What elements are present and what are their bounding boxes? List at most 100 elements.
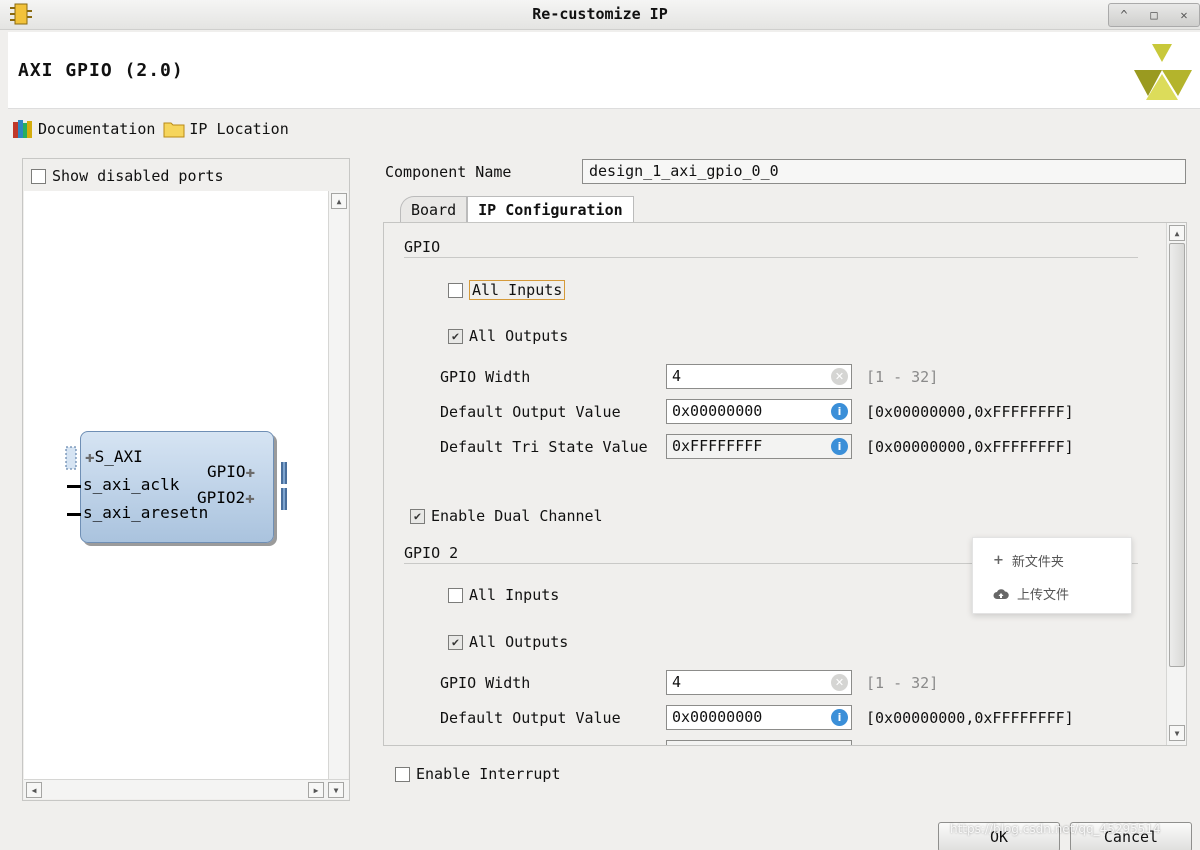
gpio2-all-inputs-checkbox[interactable]: All Inputs — [448, 586, 559, 604]
gpio-all-outputs-checkbox[interactable]: ✔ All Outputs — [448, 327, 568, 345]
left-vertical-scrollbar[interactable]: ▲ — [328, 191, 348, 780]
gpio2-default-tri-input-partial[interactable] — [666, 740, 852, 745]
default-tri-range: [0x00000000,0xFFFFFFFF] — [866, 438, 1074, 456]
window-controls: ^ □ ✕ — [1108, 3, 1200, 27]
checkbox-box[interactable] — [448, 282, 463, 298]
enable-dual-channel-checkbox[interactable]: ✔ Enable Dual Channel — [410, 507, 603, 525]
gpio2-width-label: GPIO Width — [440, 674, 531, 692]
default-tri-label: Default Tri State Value — [440, 438, 648, 456]
aresetn-pin — [67, 513, 81, 516]
tab-bar: Board IP Configuration — [400, 196, 634, 223]
symbol-panel: Show disabled ports ✚S_AXI s_axi_aclk s_… — [22, 158, 350, 801]
scroll-up-icon[interactable]: ▲ — [331, 193, 347, 209]
gpio-width-value: 4 — [672, 367, 682, 385]
scroll-up-icon[interactable]: ▲ — [1169, 225, 1185, 241]
checkmark-icon[interactable]: ✔ — [410, 508, 425, 524]
scroll-right-icon[interactable]: ▶ — [308, 782, 324, 798]
cloud-upload-icon — [993, 588, 1009, 599]
gpio2-section-title: GPIO 2 — [404, 544, 459, 562]
watermark-text: https://blog.csdn.net/qq_45295514 — [950, 822, 1161, 836]
component-name-label: Component Name — [385, 163, 512, 181]
gpio2-default-output-value: 0x00000000 — [672, 708, 763, 726]
component-name-field[interactable]: design_1_axi_gpio_0_0 — [582, 159, 1186, 184]
xilinx-logo-icon — [1134, 44, 1192, 100]
enable-interrupt-checkbox[interactable]: Enable Interrupt — [395, 765, 561, 783]
clear-icon[interactable]: ✕ — [831, 368, 848, 385]
enable-dual-channel-label: Enable Dual Channel — [431, 507, 603, 525]
gpio-width-label: GPIO Width — [440, 368, 531, 386]
gpio2-width-range: [1 - 32] — [866, 674, 939, 692]
maximize-icon[interactable]: □ — [1145, 6, 1163, 24]
documentation-label: Documentation — [38, 120, 156, 138]
gpio2-width-value: 4 — [672, 673, 682, 691]
default-output-range: [0x00000000,0xFFFFFFFF] — [866, 403, 1074, 421]
gpio-port[interactable]: GPIO✚ — [207, 462, 255, 481]
window-title: Re-customize IP — [532, 5, 668, 23]
default-output-label: Default Output Value — [440, 403, 621, 421]
show-disabled-ports-checkbox[interactable]: Show disabled ports — [31, 167, 224, 185]
plus-icon: ✚ — [85, 447, 95, 466]
gpio-all-inputs-checkbox[interactable]: All Inputs — [448, 280, 566, 300]
scrollbar-thumb[interactable] — [1169, 243, 1185, 667]
gpio2-width-input[interactable]: 4 ✕ — [666, 670, 852, 695]
left-horizontal-scrollbar[interactable]: ◀ ▶ ▼ — [24, 779, 349, 799]
checkmark-icon[interactable]: ✔ — [448, 634, 463, 650]
gpio-width-input[interactable]: 4 ✕ — [666, 364, 852, 389]
info-icon[interactable]: i — [831, 438, 848, 455]
ip-location-link[interactable]: IP Location — [163, 120, 289, 138]
default-output-value: 0x00000000 — [672, 402, 763, 420]
default-tri-value: 0xFFFFFFFF — [672, 437, 763, 455]
upload-file-label: 上传文件 — [1017, 588, 1070, 603]
clear-icon[interactable]: ✕ — [831, 674, 848, 691]
new-folder-menu-item[interactable]: + 新文件夹 — [993, 551, 1064, 570]
checkmark-icon[interactable]: ✔ — [448, 328, 463, 344]
upload-file-menu-item[interactable]: 上传文件 — [993, 584, 1069, 603]
scroll-down-icon[interactable]: ▼ — [1169, 725, 1185, 741]
show-disabled-ports-label: Show disabled ports — [52, 167, 224, 185]
config-vertical-scrollbar[interactable]: ▲ ▼ — [1166, 223, 1186, 745]
scroll-down-icon[interactable]: ▼ — [328, 782, 344, 798]
documentation-link[interactable]: Documentation — [12, 119, 155, 139]
gpio-section-title: GPIO — [404, 238, 441, 256]
info-icon[interactable]: i — [831, 403, 848, 420]
plus-icon: ✚ — [245, 488, 255, 507]
gpio2-default-output-input[interactable]: 0x00000000 i — [666, 705, 852, 730]
s-axi-aresetn-port[interactable]: s_axi_aresetn — [83, 503, 208, 522]
ip-configuration-panel: GPIO All Inputs ✔ All Outputs GPIO Width… — [383, 222, 1187, 746]
new-folder-label: 新文件夹 — [1011, 555, 1064, 570]
block-diagram-canvas[interactable]: ✚S_AXI s_axi_aclk s_axi_aresetn GPIO✚ GP… — [24, 191, 328, 780]
close-icon[interactable]: ✕ — [1175, 6, 1193, 24]
dialog-header: AXI GPIO (2.0) — [8, 32, 1200, 109]
gpio-all-inputs-label: All Inputs — [469, 280, 566, 300]
gpio2-default-output-label: Default Output Value — [440, 709, 621, 727]
tab-ip-configuration[interactable]: IP Configuration — [467, 196, 634, 223]
default-output-input[interactable]: 0x00000000 i — [666, 399, 852, 424]
checkbox-box[interactable] — [31, 168, 46, 184]
gpio-all-outputs-label: All Outputs — [469, 327, 569, 345]
ip-title: AXI GPIO (2.0) — [18, 60, 184, 81]
checkbox-box[interactable] — [395, 766, 410, 782]
gpio2-all-inputs-label: All Inputs — [469, 586, 560, 604]
ip-location-label: IP Location — [189, 120, 289, 138]
info-icon[interactable]: i — [831, 709, 848, 726]
books-icon — [13, 120, 32, 138]
gpio2-all-outputs-label: All Outputs — [469, 633, 569, 651]
s-axi-port[interactable]: ✚S_AXI — [85, 447, 143, 466]
plus-icon: ✚ — [245, 462, 256, 481]
default-tri-input[interactable]: 0xFFFFFFFF i — [666, 434, 852, 459]
gpio2-all-outputs-checkbox[interactable]: ✔ All Outputs — [448, 633, 568, 651]
gpio2-port[interactable]: GPIO2✚ — [197, 488, 255, 507]
gpio2-default-output-range: [0x00000000,0xFFFFFFFF] — [866, 709, 1074, 727]
gpio2-bus — [281, 488, 287, 510]
gpio-bus — [281, 462, 287, 484]
s-axi-aclk-port[interactable]: s_axi_aclk — [83, 475, 179, 494]
restore-up-icon[interactable]: ^ — [1115, 6, 1133, 24]
bus-dots-icon — [65, 446, 77, 470]
ip-symbol-block[interactable]: ✚S_AXI s_axi_aclk s_axi_aresetn GPIO✚ GP… — [65, 431, 287, 543]
folder-icon — [163, 122, 185, 138]
tab-board[interactable]: Board — [400, 196, 468, 223]
checkbox-box[interactable] — [448, 587, 463, 603]
gpio-width-range: [1 - 32] — [866, 368, 939, 386]
context-popup-menu: + 新文件夹 上传文件 — [972, 537, 1132, 614]
scroll-left-icon[interactable]: ◀ — [26, 782, 42, 798]
